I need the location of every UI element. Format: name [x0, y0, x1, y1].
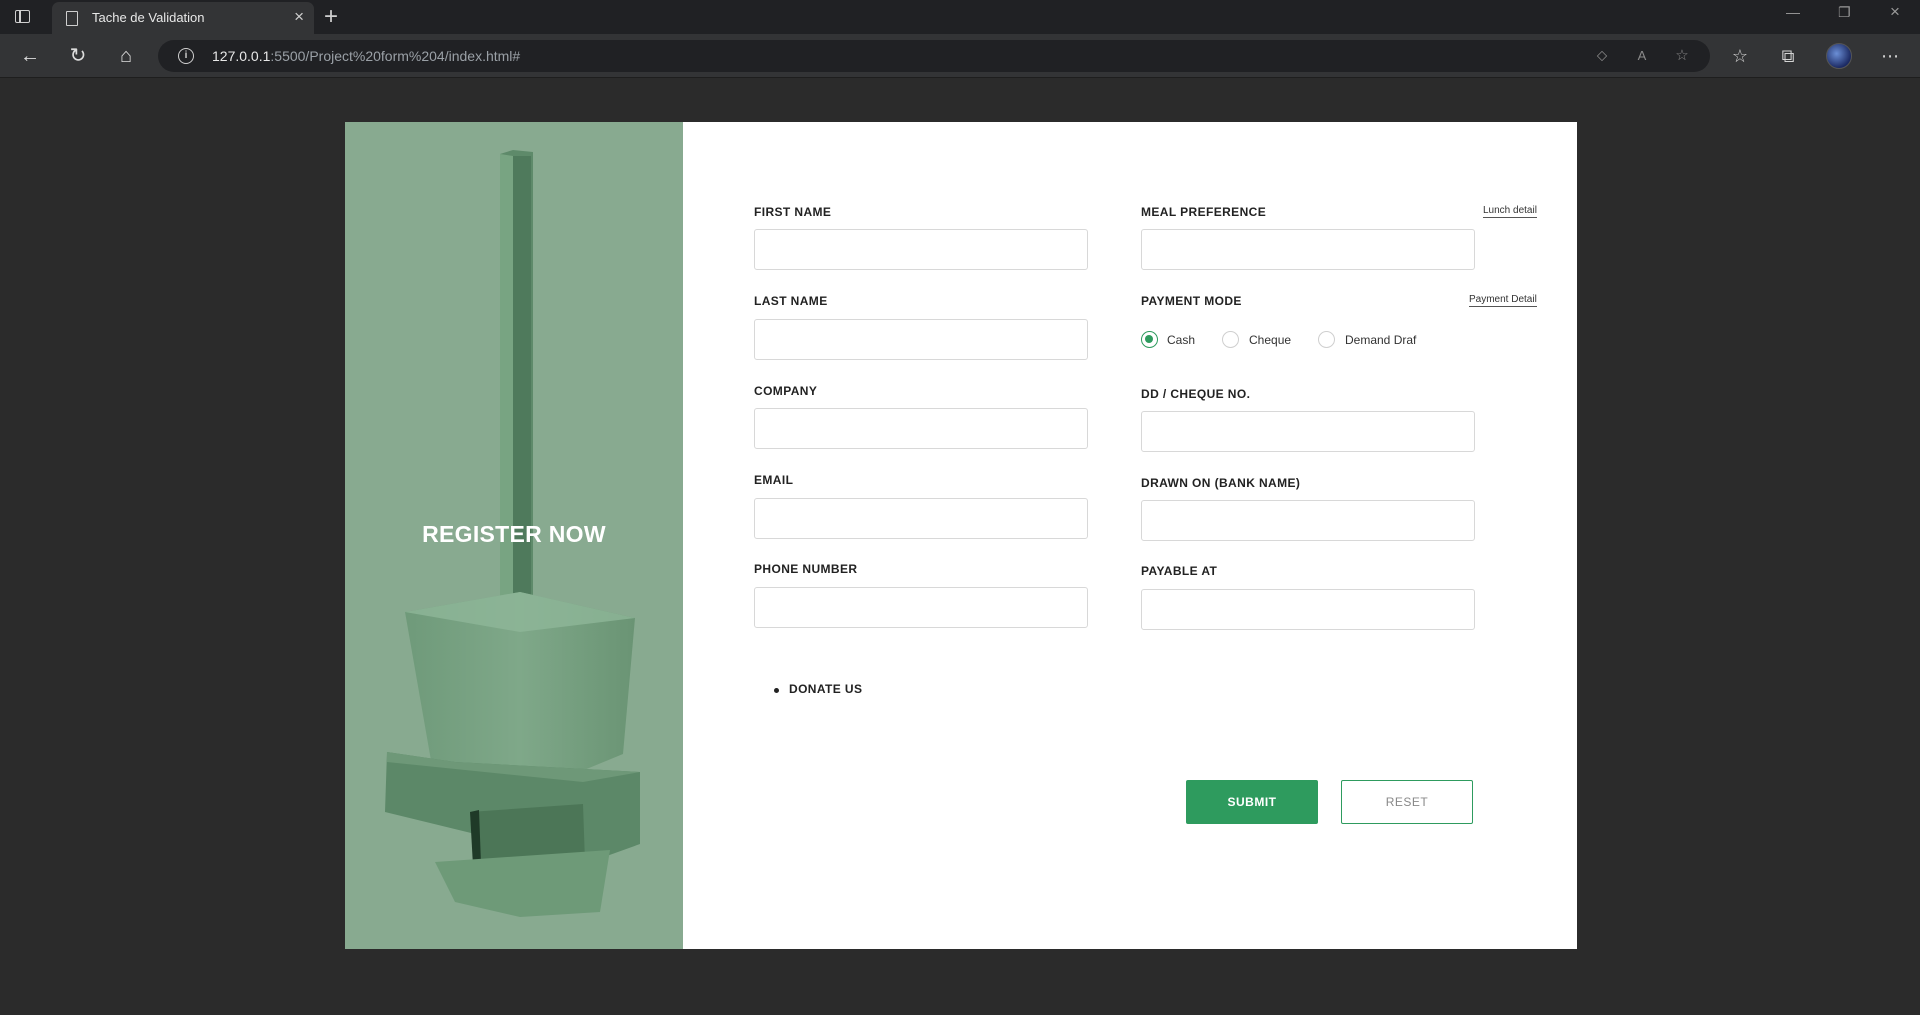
last-name-label: LAST NAME: [754, 294, 828, 308]
collections-icon[interactable]: ⧉: [1776, 44, 1800, 68]
donate-us-link[interactable]: DONATE US: [789, 682, 862, 696]
hero-title: REGISTER NOW: [422, 521, 606, 547]
meal-preference-input[interactable]: [1141, 229, 1475, 270]
phone-number-label: PHONE NUMBER: [754, 562, 858, 576]
dd-cheque-no-input[interactable]: [1141, 411, 1475, 452]
tag-icon[interactable]: ⬦: [1592, 46, 1612, 66]
email-input[interactable]: [754, 498, 1088, 539]
add-favorite-icon[interactable]: ☆: [1672, 46, 1692, 66]
drawn-on-input[interactable]: [1141, 500, 1475, 541]
radio-demand-draft-label[interactable]: Demand Draf: [1345, 333, 1416, 347]
last-name-input[interactable]: [754, 319, 1088, 360]
site-info-icon[interactable]: i: [178, 48, 194, 64]
close-tab-icon[interactable]: ×: [294, 7, 304, 27]
browser-tab[interactable]: Tache de Validation ×: [52, 2, 314, 34]
radio-cash-label[interactable]: Cash: [1167, 333, 1195, 347]
meal-preference-label: MEAL PREFERENCE: [1141, 205, 1267, 219]
tab-title: Tache de Validation: [92, 10, 205, 25]
url-text[interactable]: 127.0.0.1:5500/Project%20form%204/index.…: [212, 48, 520, 64]
tab-actions-icon[interactable]: [14, 8, 32, 26]
home-icon[interactable]: ⌂: [114, 44, 138, 68]
read-aloud-icon[interactable]: A: [1632, 46, 1652, 66]
radio-cheque[interactable]: [1222, 331, 1239, 348]
phone-number-input[interactable]: [754, 587, 1088, 628]
back-icon[interactable]: ←: [18, 44, 42, 68]
submit-button[interactable]: SUBMIT: [1186, 780, 1318, 824]
list-bullet: [774, 688, 779, 693]
radio-demand-draft[interactable]: [1318, 331, 1335, 348]
profile-avatar[interactable]: [1826, 43, 1852, 69]
hero-panel: REGISTER NOW: [345, 122, 683, 949]
dd-cheque-no-label: DD / CHEQUE NO.: [1141, 387, 1251, 401]
payable-at-label: PAYABLE AT: [1141, 564, 1218, 578]
payable-at-input[interactable]: [1141, 589, 1475, 630]
browser-tab-bar: Tache de Validation × + — ❐ ×: [0, 0, 1920, 34]
address-bar[interactable]: i 127.0.0.1:5500/Project%20form%204/inde…: [158, 40, 1710, 72]
refresh-icon[interactable]: ↻: [66, 44, 90, 68]
registration-form: FIRST NAME LAST NAME COMPANY EMAIL PHONE…: [683, 122, 1577, 949]
new-tab-icon[interactable]: +: [324, 2, 338, 32]
registration-card: REGISTER NOW FIRST NAME LAST NAME COMPAN…: [345, 122, 1577, 949]
first-name-label: FIRST NAME: [754, 205, 832, 219]
reset-button[interactable]: RESET: [1341, 780, 1473, 824]
minimize-icon[interactable]: —: [1786, 4, 1800, 20]
first-name-input[interactable]: [754, 229, 1088, 270]
favorites-icon[interactable]: ☆: [1728, 44, 1752, 68]
close-window-icon[interactable]: ×: [1890, 2, 1900, 22]
restore-icon[interactable]: ❐: [1838, 4, 1851, 21]
page-icon: [66, 11, 78, 26]
payment-detail-link[interactable]: Payment Detail: [1469, 293, 1537, 307]
email-label: EMAIL: [754, 473, 794, 487]
radio-cash[interactable]: [1141, 331, 1158, 348]
drawn-on-label: DRAWN ON (BANK NAME): [1141, 476, 1301, 490]
more-options-icon[interactable]: ⋯: [1878, 44, 1902, 68]
radio-cheque-label[interactable]: Cheque: [1249, 333, 1291, 347]
browser-toolbar: ← ↻ ⌂ i 127.0.0.1:5500/Project%20form%20…: [0, 34, 1920, 78]
lunch-detail-link[interactable]: Lunch detail: [1483, 204, 1537, 218]
company-label: COMPANY: [754, 384, 818, 398]
company-input[interactable]: [754, 408, 1088, 449]
payment-mode-label: PAYMENT MODE: [1141, 294, 1242, 308]
